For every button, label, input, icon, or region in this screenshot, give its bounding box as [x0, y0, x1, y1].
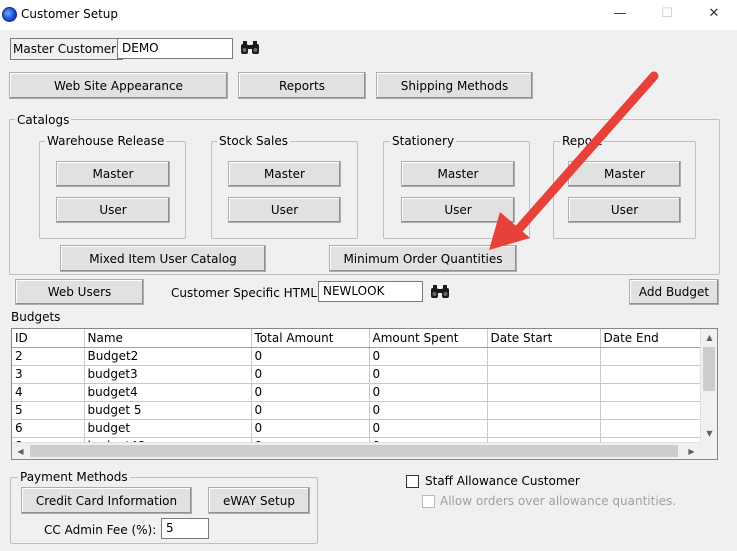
- stock-sales-master-button[interactable]: Master: [228, 161, 341, 187]
- maximize-button: ☐: [661, 6, 673, 21]
- customer-specific-html-label: Customer Specific HTML:: [171, 286, 322, 300]
- cell-date-start[interactable]: [487, 419, 601, 438]
- cc-admin-fee-input[interactable]: 5: [161, 518, 209, 539]
- allow-over-allowance-checkbox: [422, 495, 435, 508]
- cell-id[interactable]: 4: [12, 383, 85, 402]
- cell-amount-spent[interactable]: 0: [369, 365, 488, 384]
- cell-name[interactable]: budget4: [84, 383, 252, 402]
- column-header-date-start[interactable]: Date Start: [487, 329, 601, 348]
- stationery-master-button[interactable]: Master: [401, 161, 515, 187]
- stationery-group: [383, 141, 530, 239]
- eway-setup-button[interactable]: eWAY Setup: [208, 487, 310, 514]
- minimize-button[interactable]: —: [603, 3, 637, 25]
- report-user-button[interactable]: User: [568, 197, 681, 223]
- cell-total-amount[interactable]: 0: [251, 347, 370, 366]
- allow-over-allowance-label: Allow orders over allowance quantities.: [440, 494, 677, 508]
- column-header-total-amount[interactable]: Total Amount: [251, 329, 370, 348]
- cc-admin-fee-label: CC Admin Fee (%):: [44, 523, 157, 537]
- cell-date-start[interactable]: [487, 383, 601, 402]
- report-group: [553, 141, 696, 239]
- cell-date-end[interactable]: [600, 347, 701, 366]
- cell-id[interactable]: 3: [12, 365, 85, 384]
- stock-sales-label: Stock Sales: [217, 134, 290, 148]
- web-users-button[interactable]: Web Users: [15, 279, 144, 305]
- scroll-right-icon[interactable]: ▶: [683, 443, 700, 459]
- table-row[interactable]: 4 budget4 0 0: [12, 383, 701, 402]
- catalogs-group-label: Catalogs: [15, 113, 72, 127]
- report-master-button[interactable]: Master: [568, 161, 681, 187]
- app-icon: [2, 7, 17, 22]
- payment-methods-label: Payment Methods: [18, 470, 130, 484]
- budgets-table: ID Name Total Amount Amount Spent Date S…: [12, 329, 701, 456]
- window-title: Customer Setup: [21, 7, 119, 21]
- cell-amount-spent[interactable]: 0: [369, 419, 488, 438]
- cell-date-end[interactable]: [600, 401, 701, 420]
- cell-date-end[interactable]: [600, 383, 701, 402]
- cell-date-start[interactable]: [487, 401, 601, 420]
- horizontal-scrollbar[interactable]: ◀ ▶: [12, 442, 700, 459]
- close-button[interactable]: ✕: [697, 3, 731, 25]
- binoculars-search-icon[interactable]: [240, 40, 260, 56]
- master-customer-label: Master Customer:: [10, 38, 123, 60]
- warehouse-release-group: [39, 141, 186, 239]
- cell-id[interactable]: 5: [12, 401, 85, 420]
- cell-total-amount[interactable]: 0: [251, 401, 370, 420]
- add-budget-button[interactable]: Add Budget: [629, 279, 719, 305]
- budgets-header-row: ID Name Total Amount Amount Spent Date S…: [12, 329, 701, 348]
- stock-sales-user-button[interactable]: User: [228, 197, 341, 223]
- table-row[interactable]: 5 budget 5 0 0: [12, 401, 701, 420]
- horizontal-scroll-thumb[interactable]: [30, 445, 678, 457]
- stock-sales-group: [211, 141, 358, 239]
- budgets-label: Budgets: [11, 310, 61, 324]
- master-customer-input[interactable]: DEMO: [117, 38, 233, 59]
- vertical-scrollbar[interactable]: ▲ ▼: [700, 329, 717, 442]
- cell-date-start[interactable]: [487, 347, 601, 366]
- cell-amount-spent[interactable]: 0: [369, 401, 488, 420]
- cell-date-end[interactable]: [600, 365, 701, 384]
- cell-name[interactable]: budget 5: [84, 401, 252, 420]
- budgets-grid[interactable]: ID Name Total Amount Amount Spent Date S…: [11, 328, 718, 460]
- cell-date-end[interactable]: [600, 419, 701, 438]
- warehouse-release-user-button[interactable]: User: [56, 197, 170, 223]
- staff-allowance-label: Staff Allowance Customer: [425, 474, 580, 488]
- cell-amount-spent[interactable]: 0: [369, 383, 488, 402]
- vertical-scroll-thumb[interactable]: [703, 347, 715, 391]
- warehouse-release-label: Warehouse Release: [45, 134, 167, 148]
- cell-total-amount[interactable]: 0: [251, 419, 370, 438]
- column-header-name[interactable]: Name: [84, 329, 252, 348]
- cell-total-amount[interactable]: 0: [251, 365, 370, 384]
- mixed-item-user-catalog-button[interactable]: Mixed Item User Catalog: [60, 245, 266, 272]
- scrollbar-corner: [700, 442, 717, 459]
- minimum-order-quantities-button[interactable]: Minimum Order Quantities: [329, 245, 517, 272]
- web-site-appearance-button[interactable]: Web Site Appearance: [9, 72, 228, 99]
- staff-allowance-checkbox[interactable]: [406, 475, 419, 488]
- column-header-amount-spent[interactable]: Amount Spent: [369, 329, 488, 348]
- cell-name[interactable]: budget: [84, 419, 252, 438]
- binoculars-search-html-icon[interactable]: [430, 284, 450, 300]
- report-label: Report: [560, 134, 604, 148]
- scroll-up-icon[interactable]: ▲: [701, 329, 717, 346]
- credit-card-information-button[interactable]: Credit Card Information: [21, 487, 192, 514]
- cell-name[interactable]: budget3: [84, 365, 252, 384]
- stationery-label: Stationery: [390, 134, 457, 148]
- scroll-left-icon[interactable]: ◀: [12, 443, 29, 459]
- column-header-date-end[interactable]: Date End: [600, 329, 701, 348]
- warehouse-release-master-button[interactable]: Master: [56, 161, 170, 187]
- shipping-methods-button[interactable]: Shipping Methods: [376, 72, 533, 99]
- stationery-user-button[interactable]: User: [401, 197, 515, 223]
- customer-specific-html-input[interactable]: NEWLOOK: [318, 281, 423, 302]
- cell-total-amount[interactable]: 0: [251, 383, 370, 402]
- table-row[interactable]: 3 budget3 0 0: [12, 365, 701, 384]
- cell-amount-spent[interactable]: 0: [369, 347, 488, 366]
- scroll-down-icon[interactable]: ▼: [701, 425, 717, 442]
- cell-id[interactable]: 2: [12, 347, 85, 366]
- reports-button[interactable]: Reports: [238, 72, 366, 99]
- cell-date-start[interactable]: [487, 365, 601, 384]
- table-row[interactable]: 2 Budget2 0 0: [12, 347, 701, 366]
- table-row[interactable]: 6 budget 0 0: [12, 419, 701, 438]
- cell-id[interactable]: 6: [12, 419, 85, 438]
- cell-name[interactable]: Budget2: [84, 347, 252, 366]
- column-header-id[interactable]: ID: [12, 329, 85, 348]
